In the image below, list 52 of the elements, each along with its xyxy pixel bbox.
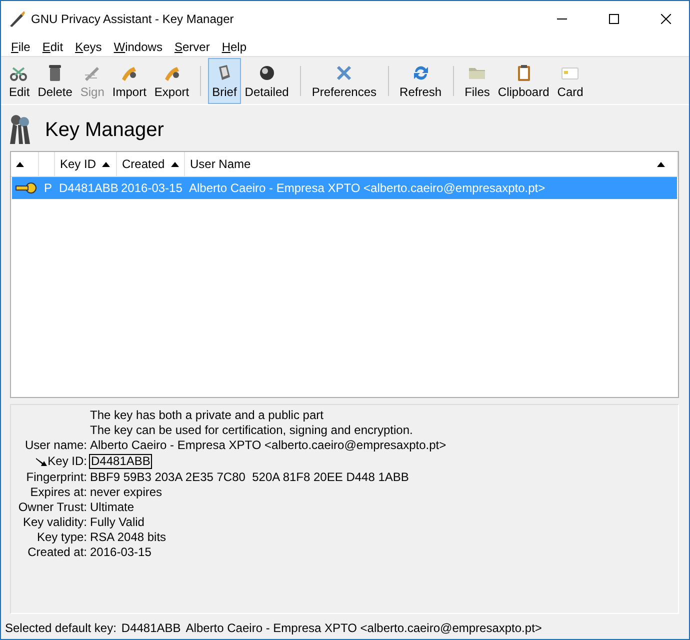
column-header[interactable]: Key ID (55, 152, 117, 176)
detail-label: Key type: (36, 531, 87, 544)
detail-label: Owner Trust: (18, 501, 87, 514)
detail-value: never expires (90, 486, 162, 499)
toolbar-button[interactable]: Edit (5, 58, 34, 104)
toolbar-button[interactable]: Delete (34, 58, 76, 104)
column-header[interactable]: Created (117, 152, 185, 176)
detail-label: User name: (24, 439, 87, 452)
menu-item[interactable]: File (5, 40, 36, 54)
toolbar-button[interactable]: Import (108, 58, 150, 104)
arrow-icon (36, 456, 48, 466)
keys-icon (7, 114, 33, 146)
detail-value: RSA 2048 bits (90, 531, 166, 544)
detail-note: The key can be used for certification, signing and encryption. (90, 424, 414, 437)
detail-value: BBF9 59B3 203A 2E35 7C80 520A 81F8 20EE D448 1ABB (90, 471, 409, 484)
column-title: User Name (190, 157, 251, 171)
status-key-id: D4481ABB (121, 621, 181, 635)
menu-item[interactable]: Help (216, 40, 252, 54)
detail-label: Fingerprint: (26, 471, 87, 484)
close-icon (661, 14, 671, 24)
detail-value: Ultimate (90, 501, 134, 514)
toolbar-button[interactable]: Preferences (308, 58, 381, 104)
detail-value: 2016-03-15 (90, 546, 152, 559)
detail-label: Created at: (28, 546, 87, 559)
column-title: Key ID (60, 157, 96, 171)
detail-note: The key has both a private and a public part (90, 409, 324, 422)
menu-item[interactable]: Server (168, 40, 216, 54)
column-title: Created (122, 157, 165, 171)
toolbar-button[interactable]: Files (460, 58, 494, 104)
key-icon (15, 182, 37, 194)
maximize-icon (609, 14, 619, 24)
detail-label: Key ID: (48, 455, 87, 468)
toolbar-button[interactable]: Export (150, 58, 194, 104)
detail-value: Alberto Caeiro - Empresa XPTO <alberto.caeiro@empresaxpto.pt> (90, 439, 446, 452)
detail-label: Key validity: (22, 516, 87, 529)
detail-value: D4481ABB (89, 454, 152, 469)
toolbar-button[interactable]: Card (553, 58, 588, 104)
detail-value: Fully Valid (90, 516, 144, 529)
pen-icon (9, 11, 25, 27)
status-label: Selected default key: (5, 621, 116, 635)
menu-item[interactable]: Edit (36, 40, 70, 54)
menu-item[interactable]: Windows (108, 40, 168, 54)
toolbar-button[interactable]: Detailed (240, 58, 293, 104)
toolbar-button[interactable]: Refresh (396, 58, 446, 104)
window-title: GNU Privacy Assistant - Key Manager (31, 12, 235, 26)
menu-item[interactable]: Keys (69, 40, 108, 54)
toolbar-button[interactable]: Brief (208, 58, 241, 104)
column-header[interactable]: User Name (185, 152, 678, 176)
status-user-name: Alberto Caeiro - Empresa XPTO <alberto.caeiro@empresaxpto.pt> (186, 621, 542, 635)
toolbar-button[interactable]: Clipboard (494, 58, 554, 104)
detail-label: Expires at: (30, 486, 87, 499)
page-heading: Key Manager (45, 118, 164, 142)
